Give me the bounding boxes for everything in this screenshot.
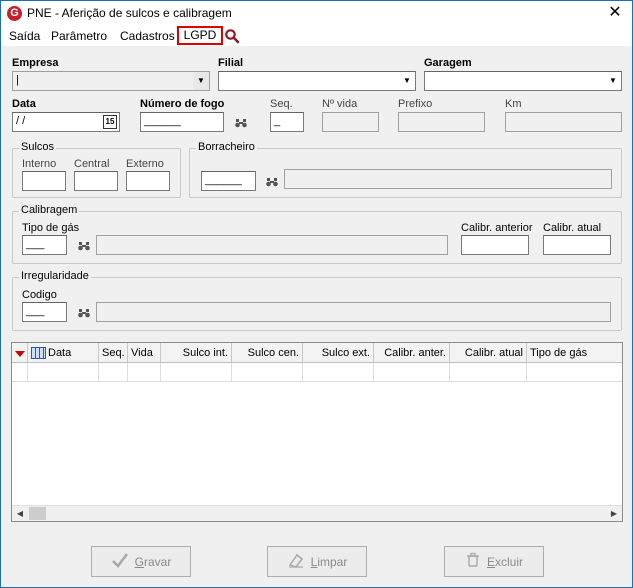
- column-header-calibr-atual[interactable]: Calibr. atual: [450, 343, 527, 363]
- seq-label: Seq.: [270, 98, 293, 110]
- codigo-label: Codigo: [22, 289, 57, 301]
- column-header-vida[interactable]: Vida: [128, 343, 161, 363]
- sulco-externo-input[interactable]: [126, 171, 170, 191]
- menu-bar: Saída Parâmetro Cadastros LGPD: [1, 26, 632, 46]
- menu-parametro[interactable]: Parâmetro: [51, 29, 107, 43]
- tipo-gas-value: ___: [26, 238, 45, 250]
- window-title: PNE - Aferição de sulcos e calibragem: [27, 6, 232, 20]
- garagem-label: Garagem: [424, 57, 472, 69]
- km-label: Km: [505, 98, 522, 110]
- table-cell[interactable]: [161, 363, 232, 382]
- borracheiro-value: ______: [205, 174, 242, 186]
- column-header-sulco-ext[interactable]: Sulco ext.: [303, 343, 374, 363]
- horizontal-scrollbar[interactable]: ◀ ▶: [12, 505, 622, 521]
- data-grid[interactable]: Data Seq. Vida Sulco int. Sulco cen. Sul…: [11, 342, 623, 522]
- scroll-left-icon[interactable]: ◀: [12, 506, 28, 521]
- table-icon: [31, 347, 46, 360]
- chevron-down-icon[interactable]: ▼: [193, 72, 209, 90]
- codigo-value: ___: [26, 305, 45, 317]
- tipo-gas-description: [96, 235, 448, 255]
- column-header-tipo-gas[interactable]: Tipo de gás: [527, 343, 622, 363]
- table-cell[interactable]: [232, 363, 303, 382]
- numero-fogo-value: ______: [144, 115, 181, 127]
- table-cell[interactable]: [303, 363, 374, 382]
- column-header-calibr-anter[interactable]: Calibr. anter.: [374, 343, 450, 363]
- sulco-central-input[interactable]: [74, 171, 118, 191]
- scroll-right-icon[interactable]: ▶: [606, 506, 622, 521]
- irregularidade-title: Irregularidade: [19, 270, 91, 282]
- scroll-thumb[interactable]: [29, 507, 46, 520]
- filial-select[interactable]: ▼: [218, 71, 416, 91]
- gravar-button[interactable]: Gravar: [91, 546, 191, 577]
- menu-cadastros[interactable]: Cadastros: [120, 29, 175, 43]
- seq-value: _: [274, 115, 281, 127]
- table-cell[interactable]: [374, 363, 450, 382]
- menu-saida[interactable]: Saída: [9, 29, 40, 43]
- binoculars-icon[interactable]: [78, 241, 90, 251]
- close-button[interactable]: ✕: [604, 3, 626, 23]
- calibr-atual-label: Calibr. atual: [543, 222, 602, 234]
- checkmark-icon: [111, 552, 129, 571]
- tipo-gas-input[interactable]: ___: [22, 235, 67, 255]
- column-header-data[interactable]: Data: [28, 343, 99, 363]
- data-input-value: / /: [16, 115, 26, 127]
- column-header-seq[interactable]: Seq.: [99, 343, 128, 363]
- main-window: G PNE - Aferição de sulcos e calibragem …: [0, 0, 633, 588]
- table-cell[interactable]: [527, 363, 622, 382]
- eraser-icon: [287, 552, 305, 571]
- numero-fogo-label: Número de fogo: [140, 98, 225, 110]
- table-cell[interactable]: [99, 363, 128, 382]
- chevron-down-icon[interactable]: ▼: [605, 72, 621, 90]
- binoculars-icon[interactable]: [266, 177, 278, 187]
- externo-label: Externo: [126, 158, 164, 170]
- n-vida-label: Nº vida: [322, 98, 358, 110]
- borracheiro-title: Borracheiro: [196, 141, 257, 153]
- title-bar: G PNE - Aferição de sulcos e calibragem …: [1, 1, 632, 26]
- filial-label: Filial: [218, 57, 244, 69]
- codigo-description: [96, 302, 611, 322]
- limpar-button[interactable]: Limpar: [267, 546, 367, 577]
- data-label: Data: [12, 98, 36, 110]
- menu-lgpd[interactable]: LGPD: [177, 26, 223, 45]
- n-vida-input: [322, 112, 379, 132]
- central-label: Central: [74, 158, 110, 170]
- prefixo-label: Prefixo: [398, 98, 433, 110]
- row-indicator: [12, 363, 28, 382]
- column-header-sulco-cen[interactable]: Sulco cen.: [232, 343, 303, 363]
- interno-label: Interno: [22, 158, 57, 170]
- binoculars-icon[interactable]: [78, 308, 90, 318]
- seq-input[interactable]: _: [270, 112, 304, 132]
- empresa-select[interactable]: | ▼: [12, 71, 210, 91]
- search-icon[interactable]: [224, 28, 240, 47]
- garagem-select[interactable]: ▼: [424, 71, 622, 91]
- prefixo-input: [398, 112, 485, 132]
- binoculars-icon[interactable]: [235, 118, 247, 128]
- calibr-anterior-input[interactable]: [461, 235, 529, 255]
- table-cell[interactable]: [28, 363, 99, 382]
- empresa-label: Empresa: [12, 57, 59, 69]
- sulco-interno-input[interactable]: [22, 171, 66, 191]
- data-input[interactable]: / / 15: [12, 112, 120, 132]
- tipo-gas-label: Tipo de gás: [22, 222, 80, 234]
- column-header-sulco-int[interactable]: Sulco int.: [161, 343, 232, 363]
- borracheiro-name-field: [284, 169, 612, 189]
- sort-indicator-icon[interactable]: [12, 343, 28, 363]
- calibragem-title: Calibragem: [19, 204, 80, 216]
- numero-fogo-input[interactable]: ______: [140, 112, 224, 132]
- app-logo-icon: G: [7, 6, 22, 21]
- calibr-anterior-label: Calibr. anterior: [461, 222, 533, 234]
- table-cell[interactable]: [450, 363, 527, 382]
- excluir-button[interactable]: Excluir: [444, 546, 544, 577]
- trash-icon: [465, 552, 481, 571]
- chevron-down-icon[interactable]: ▼: [399, 72, 415, 90]
- borracheiro-input[interactable]: ______: [201, 171, 256, 191]
- sulcos-title: Sulcos: [19, 141, 57, 153]
- calendar-icon[interactable]: 15: [103, 115, 117, 129]
- calibr-atual-input[interactable]: [543, 235, 611, 255]
- table-row[interactable]: [12, 363, 622, 382]
- codigo-input[interactable]: ___: [22, 302, 67, 322]
- grid-header: Data Seq. Vida Sulco int. Sulco cen. Sul…: [12, 343, 622, 363]
- table-cell[interactable]: [128, 363, 161, 382]
- km-input: [505, 112, 622, 132]
